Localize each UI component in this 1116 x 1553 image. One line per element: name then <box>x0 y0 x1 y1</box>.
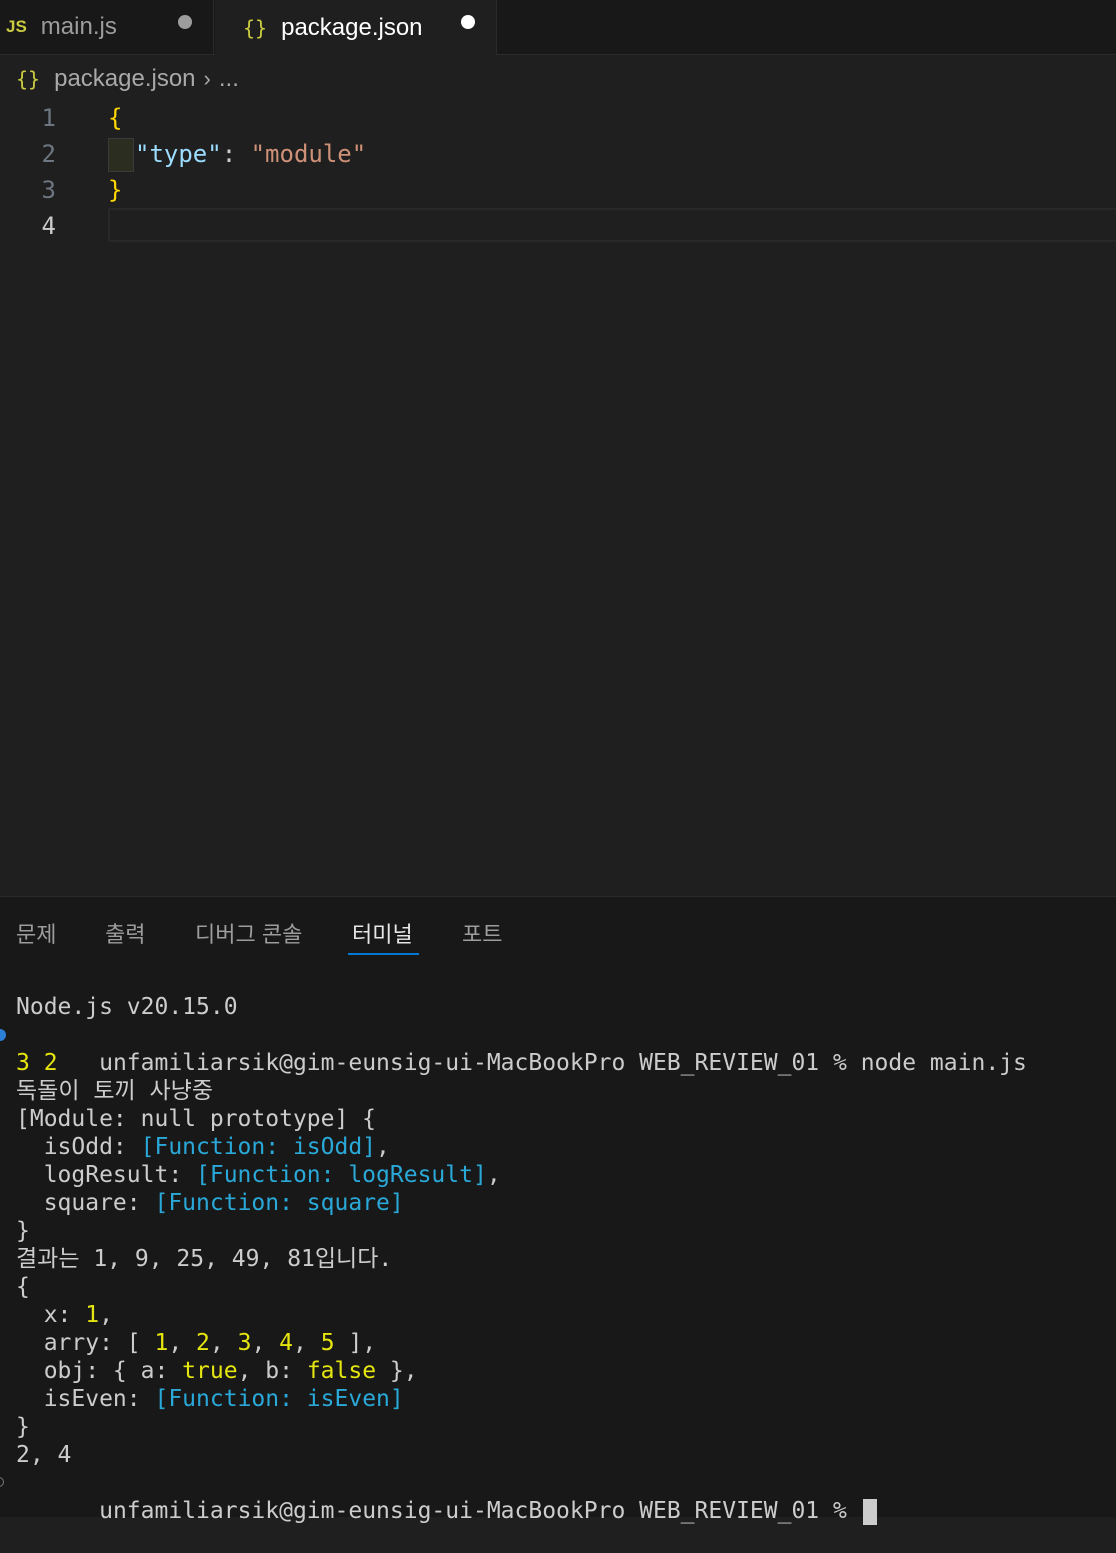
breadcrumb: {} package.json › ... <box>16 62 239 96</box>
terminal-line: logResult: [Function: logResult], <box>16 1162 501 1188</box>
json-colon: : <box>221 140 251 168</box>
current-line-highlight <box>108 208 1116 242</box>
tab-label: main.js <box>40 13 117 40</box>
code-line: 3 } <box>0 172 1116 208</box>
terminal-line: 결과는 1, 9, 25, 49, 81입니다. <box>16 1246 393 1272</box>
active-tab-indicator <box>348 953 419 955</box>
code-editor[interactable]: 1 { 2 "type": "module" 3 } 4 <box>0 100 1116 260</box>
prop-value: false <box>306 1358 377 1384</box>
terminal-line: [Module: null prototype] { <box>16 1106 377 1132</box>
json-file-icon: {} <box>243 15 268 40</box>
unsaved-dot-icon[interactable] <box>178 15 192 29</box>
breadcrumb-symbols[interactable]: ... <box>219 65 239 93</box>
prop-sep: , b: <box>237 1358 307 1384</box>
obj-close: }, <box>376 1358 418 1384</box>
tab-output[interactable]: 출력 <box>105 917 145 949</box>
terminal-cursor <box>862 1498 877 1525</box>
line-number: 3 <box>41 176 56 204</box>
tab-terminal[interactable]: 터미널 <box>352 917 413 949</box>
terminal-line: unfamiliarsik@gim-eunsig-ui-MacBookPro W… <box>0 1021 1027 1076</box>
terminal-line: } <box>16 1218 30 1244</box>
code-text: } <box>108 176 123 204</box>
terminal-line: 2, 4 <box>16 1442 72 1468</box>
terminal-line: isEven: [Function: isEven] <box>16 1385 404 1413</box>
prop-key: logResult: <box>16 1162 197 1188</box>
tab-debug-console[interactable]: 디버그 콘솔 <box>195 917 302 949</box>
code-text: "type": "module" <box>108 136 366 172</box>
terminal-line: obj: { a: true, b: false }, <box>16 1357 418 1385</box>
prop-key: isOdd: <box>16 1134 141 1160</box>
line-number: 1 <box>41 104 56 132</box>
prop-key: x: <box>16 1302 86 1328</box>
array-value: 5 <box>320 1330 335 1356</box>
terminal-line: square: [Function: square] <box>16 1189 404 1217</box>
code-text: { <box>108 104 123 132</box>
command-decoration-icon[interactable] <box>0 1477 4 1487</box>
line-number: 2 <box>41 140 56 168</box>
tab-ports[interactable]: 포트 <box>462 917 502 949</box>
prop-key: square: <box>16 1190 155 1216</box>
prop-key: arry: [ <box>16 1330 155 1356</box>
chevron-right-icon: › <box>203 66 211 91</box>
prop-value: [Function: square] <box>154 1190 404 1216</box>
terminal-line: Node.js v20.15.0 <box>16 994 238 1020</box>
array-close: ], <box>334 1330 377 1356</box>
terminal-line: unfamiliarsik@gim-eunsig-ui-MacBookPro W… <box>0 1469 877 1525</box>
json-value: "module" <box>250 140 367 168</box>
javascript-file-icon: JS <box>6 17 27 36</box>
breadcrumb-file[interactable]: package.json <box>54 65 195 93</box>
code-line: 1 { <box>0 100 1116 136</box>
json-key: "type" <box>135 140 222 168</box>
prompt-command: unfamiliarsik@gim-eunsig-ui-MacBookPro W… <box>99 1050 1027 1076</box>
array-value: 4 <box>279 1330 294 1356</box>
line-number: 4 <box>41 212 56 240</box>
prop-value: true <box>182 1358 238 1384</box>
unsaved-dot-icon[interactable] <box>461 15 475 29</box>
array-value: 3 <box>237 1330 252 1356</box>
terminal-line: } <box>16 1414 30 1440</box>
tab-problems[interactable]: 문제 <box>16 917 56 949</box>
command-decoration-icon[interactable] <box>0 1029 6 1041</box>
prop-value: [Function: isOdd] <box>140 1134 377 1160</box>
tab-package-json[interactable]: {} package.json <box>215 0 497 55</box>
terminal-line: arry: [ 1, 2, 3, 4, 5 ], <box>16 1330 377 1356</box>
editor-tab-bar: JS main.js {} package.json <box>0 0 1116 55</box>
terminal-line: { <box>16 1274 30 1300</box>
array-value: 2 <box>196 1330 210 1356</box>
tab-label: package.json <box>281 13 423 41</box>
prop-value: [Function: logResult] <box>196 1162 487 1188</box>
indent-guide <box>108 138 134 172</box>
json-file-icon: {} <box>16 67 41 91</box>
prop-key: isEven: <box>16 1386 155 1412</box>
prop-value: 1 <box>85 1302 100 1328</box>
terminal-line: 독돌이 토끼 사냥중 <box>16 1078 213 1104</box>
tab-main-js[interactable]: JS main.js <box>0 0 214 54</box>
bottom-panel: 문제 출력 디버그 콘솔 터미널 포트 Node.js v20.15.0 unf… <box>0 896 1116 1525</box>
prop-key: obj: { a: <box>16 1358 183 1384</box>
prompt: unfamiliarsik@gim-eunsig-ui-MacBookPro W… <box>99 1498 861 1524</box>
terminal-line: x: 1, <box>16 1302 113 1328</box>
terminal-line: isOdd: [Function: isOdd], <box>16 1134 390 1160</box>
terminal-line: 3 2 <box>16 1050 58 1076</box>
code-line: 2 "type": "module" <box>0 136 1116 172</box>
prop-value: [Function: isEven] <box>154 1386 404 1412</box>
array-value: 1 <box>154 1330 169 1356</box>
